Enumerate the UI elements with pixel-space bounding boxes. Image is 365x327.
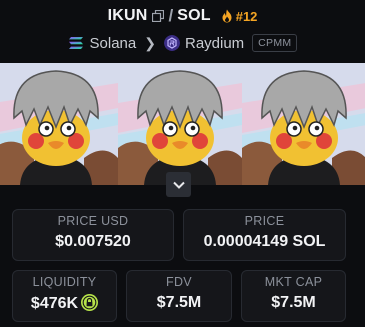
price-native-card: PRICE 0.00004149 SOL [183, 209, 346, 261]
expand-banner-button[interactable] [166, 172, 191, 197]
pair-separator: / [168, 6, 174, 25]
liquidity-row: $476K [13, 294, 116, 313]
fire-icon [222, 9, 232, 23]
market-cap-value: $7.5M [271, 294, 316, 311]
price-usd-card: PRICE USD $0.007520 [12, 209, 174, 261]
price-label: PRICE [244, 214, 285, 228]
chevron-right-icon: ❯ [144, 34, 156, 51]
trending-rank[interactable]: #12 [236, 9, 258, 24]
chain-name[interactable]: Solana [90, 35, 137, 52]
liquidity-label: LIQUIDITY [32, 275, 97, 289]
raydium-icon [163, 35, 180, 51]
chevron-down-icon [172, 181, 185, 189]
price-usd-label: PRICE USD [57, 214, 129, 228]
copy-icon[interactable] [152, 10, 165, 22]
liquidity-card: LIQUIDITY $476K [12, 270, 117, 322]
fdv-card: FDV $7.5M [126, 270, 232, 322]
market-cap-card: MKT CAP $7.5M [241, 270, 346, 322]
pair-title: IKUN / SOL #12 [0, 5, 365, 27]
route-breadcrumb: Solana ❯ Raydium CPMM [0, 32, 365, 54]
banner-artwork [118, 63, 242, 185]
solana-icon [68, 37, 83, 49]
market-cap-label: MKT CAP [264, 275, 323, 289]
dex-name[interactable]: Raydium [185, 35, 244, 52]
price-usd-value: $0.007520 [55, 233, 131, 250]
price-value: 0.00004149 SOL [203, 233, 326, 250]
fdv-label: FDV [166, 275, 192, 289]
base-symbol: IKUN [107, 7, 148, 24]
fdv-value: $7.5M [156, 294, 202, 311]
pool-type-badge: CPMM [252, 34, 298, 52]
quote-symbol: SOL [177, 7, 211, 24]
liquidity-value: $476K [30, 295, 79, 312]
banner-artwork [0, 63, 118, 185]
lock-icon[interactable] [81, 294, 99, 311]
banner-artwork [242, 63, 365, 185]
token-banner [0, 63, 365, 185]
